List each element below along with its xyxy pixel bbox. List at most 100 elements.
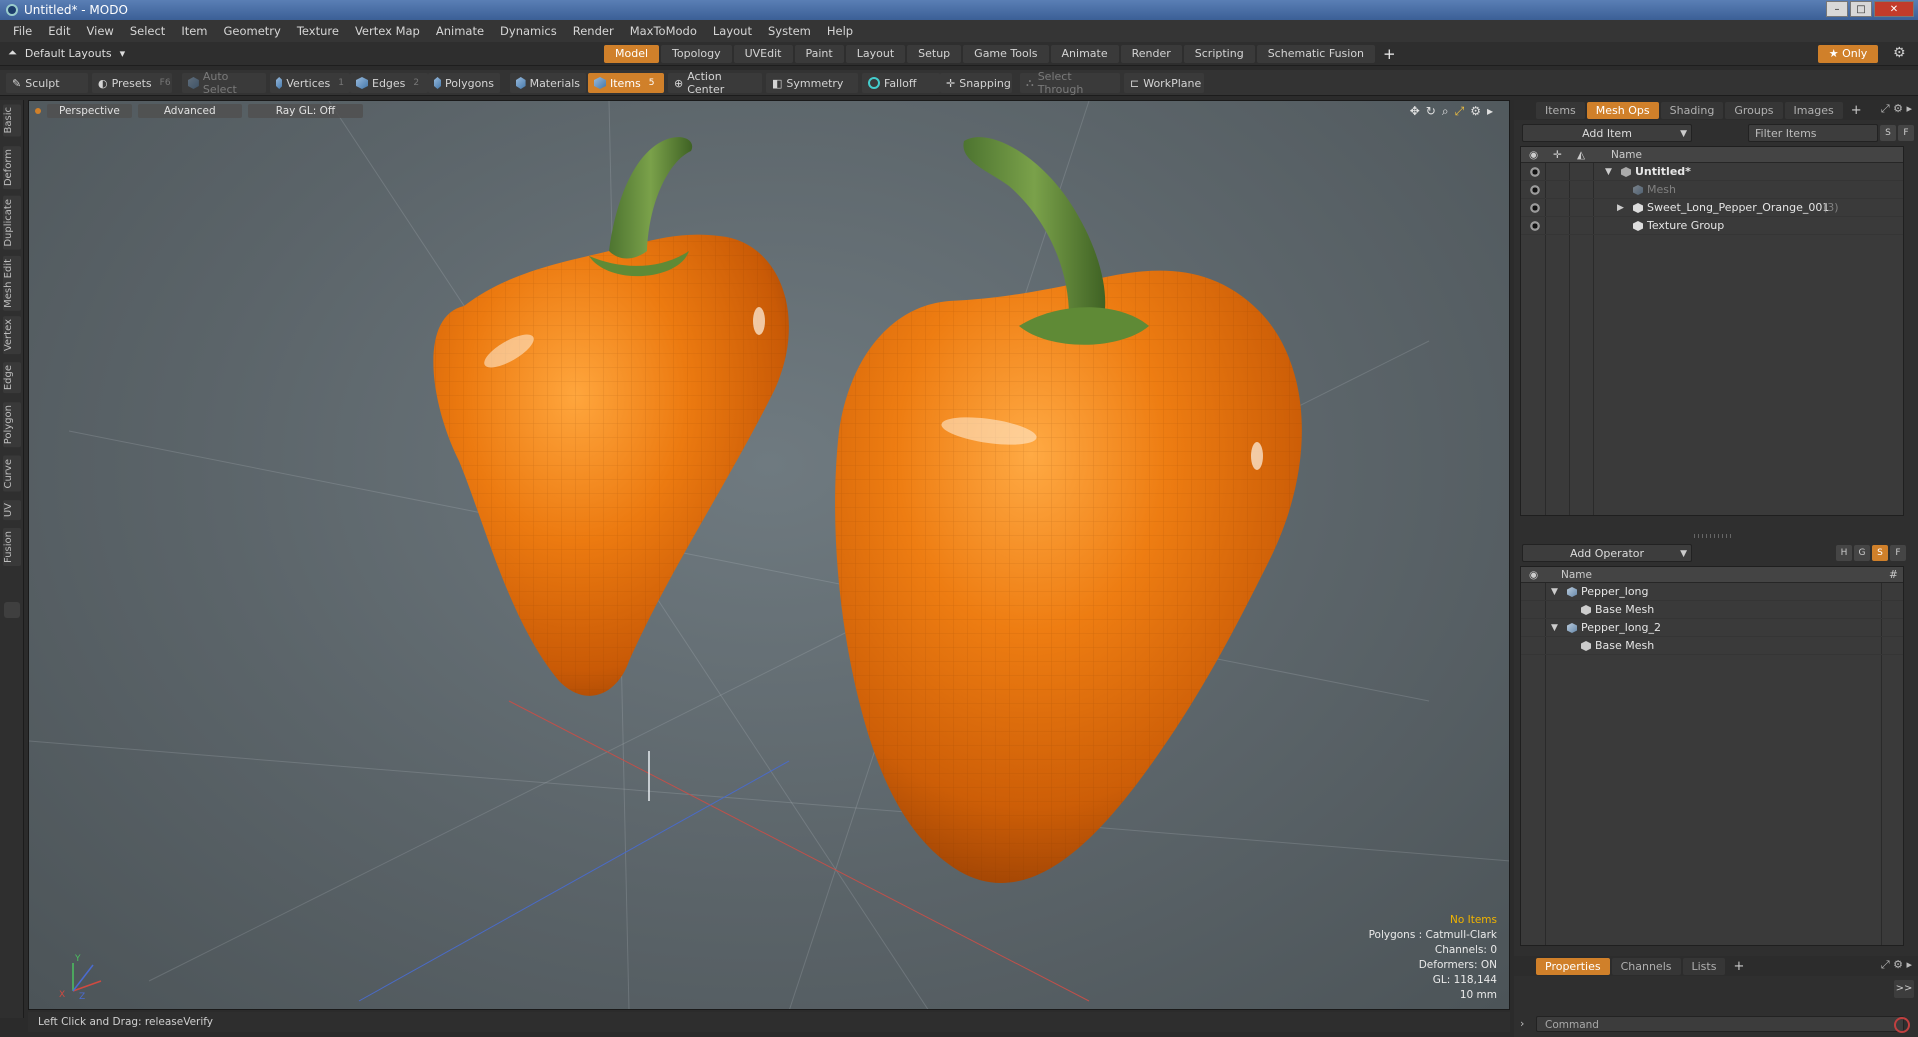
sculpt-button[interactable]: ✎ Sculpt <box>6 73 88 93</box>
close-button[interactable]: ✕ <box>1874 1 1914 17</box>
vtab-fusion[interactable]: Fusion <box>3 528 21 566</box>
filter-f-button[interactable]: F <box>1898 125 1914 141</box>
pan-icon[interactable]: ✥ <box>1410 104 1420 119</box>
item-row-pepper[interactable]: ▶ Sweet_Long_Pepper_Orange_001 (3) <box>1521 199 1903 217</box>
viewport-gear-icon[interactable]: ⚙ <box>1470 104 1481 119</box>
visibility-eye-icon[interactable] <box>1529 184 1541 196</box>
tab-schematic-fusion[interactable]: Schematic Fusion <box>1256 45 1376 63</box>
symmetry-button[interactable]: ◧ Symmetry <box>766 73 858 93</box>
3d-viewport[interactable]: Perspective Advanced Ray GL: Off ✥ ↻ ⌕ ⤢… <box>28 100 1510 1010</box>
menu-maxtomodo[interactable]: MaxToModo <box>623 20 704 42</box>
only-button[interactable]: ★ Only <box>1818 45 1878 63</box>
tab-scripting[interactable]: Scripting <box>1183 45 1255 63</box>
vtab-vertex[interactable]: Vertex <box>3 316 21 355</box>
tab-game-tools[interactable]: Game Tools <box>963 45 1049 63</box>
meshop-row-base-mesh-2[interactable]: Base Mesh <box>1521 637 1903 655</box>
name-column-header[interactable]: Name <box>1561 567 1592 583</box>
add-item-dropdown[interactable]: Add Item ▼ <box>1522 124 1692 142</box>
add-tab-button[interactable]: + <box>1377 45 1402 63</box>
raygl-dropdown[interactable]: Ray GL: Off <box>247 104 364 118</box>
vtab-duplicate[interactable]: Duplicate <box>3 196 21 250</box>
collapse-triangle-icon[interactable]: ▼ <box>1551 619 1558 637</box>
rotate-icon[interactable]: ↻ <box>1426 104 1436 119</box>
minimize-button[interactable]: – <box>1826 1 1848 17</box>
tab-lists[interactable]: Lists <box>1682 957 1726 975</box>
tab-images[interactable]: Images <box>1784 101 1843 119</box>
items-button[interactable]: Items 5 <box>588 73 664 93</box>
meshops-s-button[interactable]: S <box>1872 545 1888 561</box>
presets-button[interactable]: ◐ Presets F6 <box>92 73 172 93</box>
menu-texture[interactable]: Texture <box>290 20 346 42</box>
vtab-deform[interactable]: Deform <box>3 146 21 190</box>
menu-layout[interactable]: Layout <box>706 20 759 42</box>
tab-shading[interactable]: Shading <box>1660 101 1724 119</box>
name-column-header[interactable]: Name <box>1611 147 1642 163</box>
item-row-texture-group[interactable]: Texture Group <box>1521 217 1903 235</box>
vtab-basic[interactable]: Basic <box>3 104 21 137</box>
pepper-left[interactable] <box>433 137 789 696</box>
menu-item[interactable]: Item <box>174 20 214 42</box>
command-input[interactable]: Command <box>1536 1016 1904 1032</box>
vtab-curve[interactable]: Curve <box>3 456 21 492</box>
menu-vertex-map[interactable]: Vertex Map <box>348 20 427 42</box>
workplane-button[interactable]: ⊏ WorkPlane <box>1124 73 1204 93</box>
menu-help[interactable]: Help <box>820 20 860 42</box>
vertices-button[interactable]: Vertices 1 <box>270 73 350 93</box>
menu-system[interactable]: System <box>761 20 818 42</box>
materials-button[interactable]: Materials <box>510 73 586 93</box>
visibility-eye-icon[interactable] <box>1529 166 1541 178</box>
viewport-menu-dot[interactable] <box>35 108 41 114</box>
vtab-mesh-edit[interactable]: Mesh Edit <box>3 256 21 311</box>
menu-edit[interactable]: Edit <box>41 20 77 42</box>
tab-render[interactable]: Render <box>1120 45 1182 63</box>
menu-file[interactable]: File <box>6 20 39 42</box>
action-center-button[interactable]: ⊕ Action Center <box>668 70 762 96</box>
expand-triangle-icon[interactable]: ▶ <box>1617 199 1624 217</box>
add-panel-tab-button[interactable]: + <box>1727 959 1750 974</box>
meshops-g-button[interactable]: G <box>1854 545 1870 561</box>
visibility-eye-icon[interactable] <box>1529 202 1541 214</box>
layouts-dropdown[interactable]: ⏶ Default Layouts ▾ <box>8 46 125 60</box>
meshop-row-base-mesh[interactable]: Base Mesh <box>1521 601 1903 619</box>
menu-select[interactable]: Select <box>123 20 172 42</box>
snapping-button[interactable]: ✛ Snapping <box>940 73 1012 93</box>
tab-topology[interactable]: Topology <box>661 45 732 63</box>
filter-s-button[interactable]: S <box>1880 125 1896 141</box>
tab-animate[interactable]: Animate <box>1050 45 1119 63</box>
tab-model[interactable]: Model <box>604 45 660 63</box>
falloff-button[interactable]: Falloff <box>862 73 940 93</box>
tab-channels[interactable]: Channels <box>1611 957 1681 975</box>
filter-items-input[interactable]: Filter Items <box>1748 124 1878 142</box>
fit-icon[interactable]: ⤢ <box>1455 104 1465 119</box>
menu-geometry[interactable]: Geometry <box>217 20 288 42</box>
tab-layout[interactable]: Layout <box>845 45 906 63</box>
menu-animate[interactable]: Animate <box>429 20 491 42</box>
panel-options-icon[interactable]: ⤢ ⚙ ▸ <box>1881 958 1912 972</box>
tab-groups[interactable]: Groups <box>1725 101 1783 119</box>
menu-view[interactable]: View <box>80 20 121 42</box>
tab-items[interactable]: Items <box>1536 101 1585 119</box>
edges-button[interactable]: Edges 2 <box>350 73 428 93</box>
polygons-button[interactable]: Polygons <box>428 73 500 93</box>
expand-arrow-icon[interactable]: ▸ <box>1487 104 1493 119</box>
add-operator-dropdown[interactable]: Add Operator ▼ <box>1522 544 1692 562</box>
visibility-eye-icon[interactable] <box>1529 220 1541 232</box>
add-panel-tab-button[interactable]: + <box>1845 103 1868 118</box>
shading-dropdown[interactable]: Advanced <box>137 104 242 118</box>
tab-setup[interactable]: Setup <box>907 45 962 63</box>
tab-properties[interactable]: Properties <box>1536 957 1610 975</box>
vtab-uv[interactable]: UV <box>3 500 21 521</box>
meshops-h-button[interactable]: H <box>1836 545 1852 561</box>
tab-mesh-ops[interactable]: Mesh Ops <box>1586 101 1659 119</box>
tab-uvedit[interactable]: UVEdit <box>733 45 793 63</box>
menu-render[interactable]: Render <box>566 20 621 42</box>
vtab-edge[interactable]: Edge <box>3 362 21 394</box>
perspective-dropdown[interactable]: Perspective <box>47 104 132 118</box>
toggle-strip-button[interactable] <box>4 602 20 618</box>
gear-icon[interactable]: ⚙ <box>1893 45 1906 61</box>
item-row-mesh[interactable]: Mesh <box>1521 181 1903 199</box>
meshop-row-pepper-long-2[interactable]: ▼ Pepper_long_2 <box>1521 619 1903 637</box>
tab-paint[interactable]: Paint <box>794 45 844 63</box>
menu-dynamics[interactable]: Dynamics <box>493 20 564 42</box>
select-through-button[interactable]: ⛬ Select Through <box>1020 70 1120 96</box>
